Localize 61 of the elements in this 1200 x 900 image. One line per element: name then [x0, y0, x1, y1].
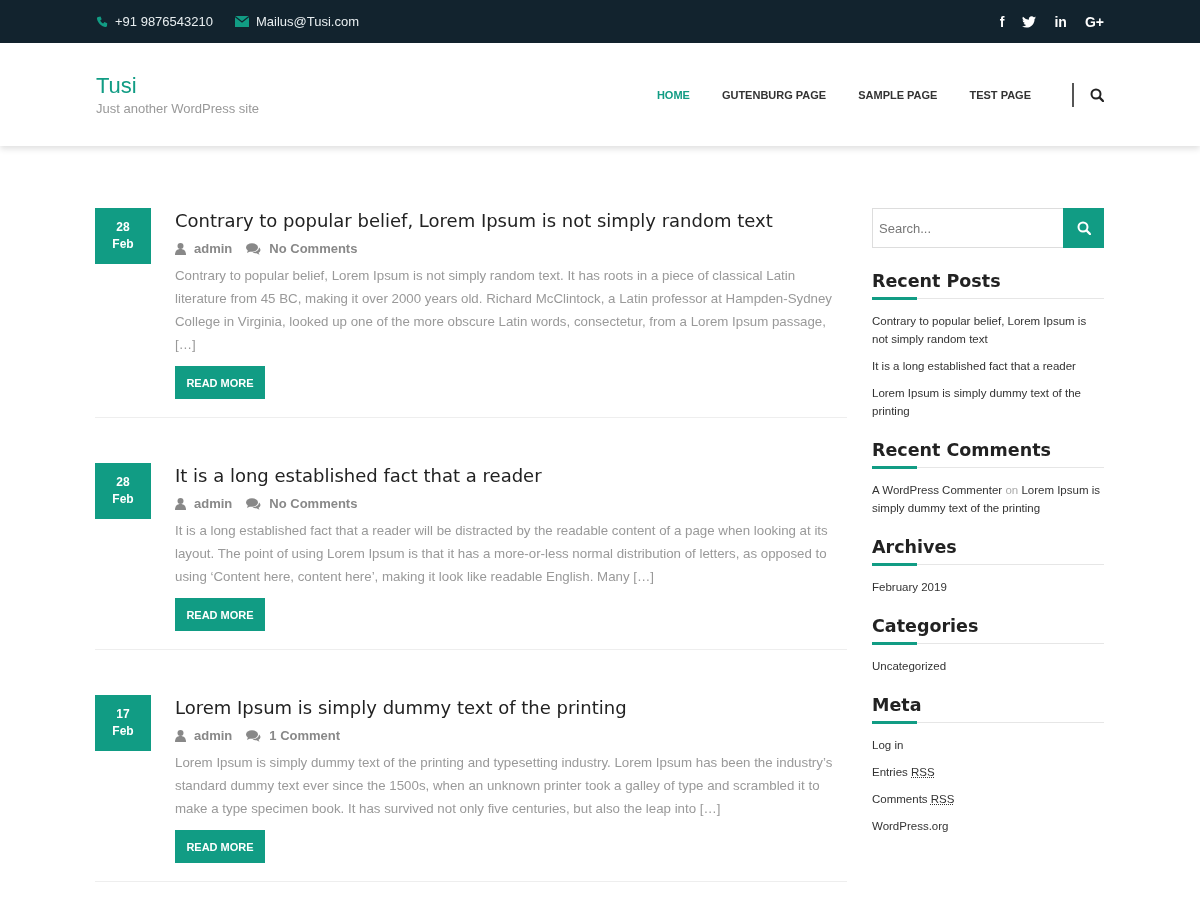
nav-link[interactable]: GUTENBURG PAGE [705, 88, 843, 101]
date-month: Feb [112, 491, 134, 508]
title-underline [872, 466, 917, 469]
title-underline [872, 297, 917, 300]
search-icon[interactable] [1090, 87, 1104, 102]
user-icon [175, 497, 186, 510]
post-author[interactable]: admin [194, 728, 233, 743]
comment-count[interactable]: No Comments [269, 241, 358, 256]
social-link[interactable]: G+ [1084, 13, 1104, 30]
widget-title: Archives [872, 536, 958, 559]
date-day: 28 [116, 219, 130, 236]
meta-link[interactable]: Comments RSS [872, 790, 1104, 808]
post-excerpt: Contrary to popular belief, Lorem Ipsum is not simply random text. It has roots in a piece of classical Latin literature from 45 BC, making it over 2000 years old. Richard McClintock, a Latin professor at Hampden-Sydney College in Virginia, looked up one of the more obscure Latin words, consectetur, from a Lorem Ipsum passage, […] [175, 267, 833, 354]
comments-icon [246, 497, 262, 510]
meta-link[interactable]: WordPress.org [872, 817, 1104, 835]
comment-count[interactable]: 1 Comment [269, 728, 341, 743]
post-excerpt: It is a long established fact that a reader will be distracted by the readable content of a page when looking at its layout. The point of using Lorem Ipsum is that it has a more-or-less normal distribution of letters, as opposed to using ‘Content here, content here’, making it look like readable English. Many […] [175, 522, 829, 586]
mail-icon [234, 16, 249, 27]
comments-icon [246, 242, 262, 255]
widget-link[interactable]: Uncategorized [872, 657, 1104, 675]
search-field[interactable]: Search... [872, 208, 1063, 248]
search-button[interactable] [1063, 208, 1104, 248]
widget-title: Recent Comments [872, 439, 1052, 462]
search-icon [1076, 221, 1091, 235]
title-underline [872, 563, 917, 566]
phone-number: +91 9876543210 [115, 14, 213, 29]
widget-link[interactable]: It is a long established fact that a reader [872, 357, 1104, 375]
comments-icon [246, 729, 262, 742]
widget-link[interactable]: Contrary to popular belief, Lorem Ipsum is not simply random text [872, 312, 1104, 348]
meta-link[interactable]: Entries RSS [872, 763, 1104, 781]
social-link[interactable]: in [1054, 13, 1067, 30]
post-title[interactable]: Contrary to popular belief, Lorem Ipsum is not simply random text [175, 209, 847, 233]
comment-count[interactable]: No Comments [269, 496, 358, 511]
social-link[interactable]: f [999, 13, 1005, 30]
widget-link[interactable]: February 2019 [872, 578, 1104, 596]
user-icon [175, 242, 186, 255]
post-title[interactable]: It is a long established fact that a reader [175, 464, 847, 488]
date-month: Feb [112, 236, 134, 253]
widget-title: Categories [872, 615, 980, 638]
widget-title: Recent Posts [872, 270, 1002, 293]
nav-link[interactable]: SAMPLE PAGE [842, 88, 954, 101]
date-day: 28 [116, 474, 130, 491]
meta-link[interactable]: Log in [872, 736, 1104, 754]
widget-title: Meta [872, 694, 923, 717]
title-underline [872, 642, 917, 645]
title-underline [872, 721, 917, 724]
date-month: Feb [112, 723, 134, 740]
phone-icon [96, 15, 108, 28]
email-link[interactable]: Mailus@Tusi.com [255, 14, 359, 29]
post-author[interactable]: admin [194, 241, 233, 256]
nav-link[interactable]: HOME [640, 88, 706, 101]
widget-link[interactable]: Lorem Ipsum is simply dummy text of the printing [872, 384, 1104, 420]
post-author[interactable]: admin [194, 496, 233, 511]
date-day: 17 [116, 706, 130, 723]
post-excerpt: Lorem Ipsum is simply dummy text of the printing and typesetting industry. Lorem Ipsum has been the industry’s standard dummy text ever since the 1500s, when an unknown printer took a galley of type and scrambled it to make a type specimen book. It has survived not only five centuries, but also the leap into […] [175, 754, 834, 818]
nav-link[interactable]: TEST PAGE [953, 88, 1047, 101]
post-title[interactable]: Lorem Ipsum is simply dummy text of the printing [175, 696, 847, 720]
recent-comment: A WordPress Commenter on Lorem Ipsum is simply dummy text of the printing [872, 484, 1100, 514]
site-tagline: Just another WordPress site [96, 100, 260, 116]
bird-icon[interactable] [1022, 15, 1037, 28]
user-icon [175, 729, 186, 742]
